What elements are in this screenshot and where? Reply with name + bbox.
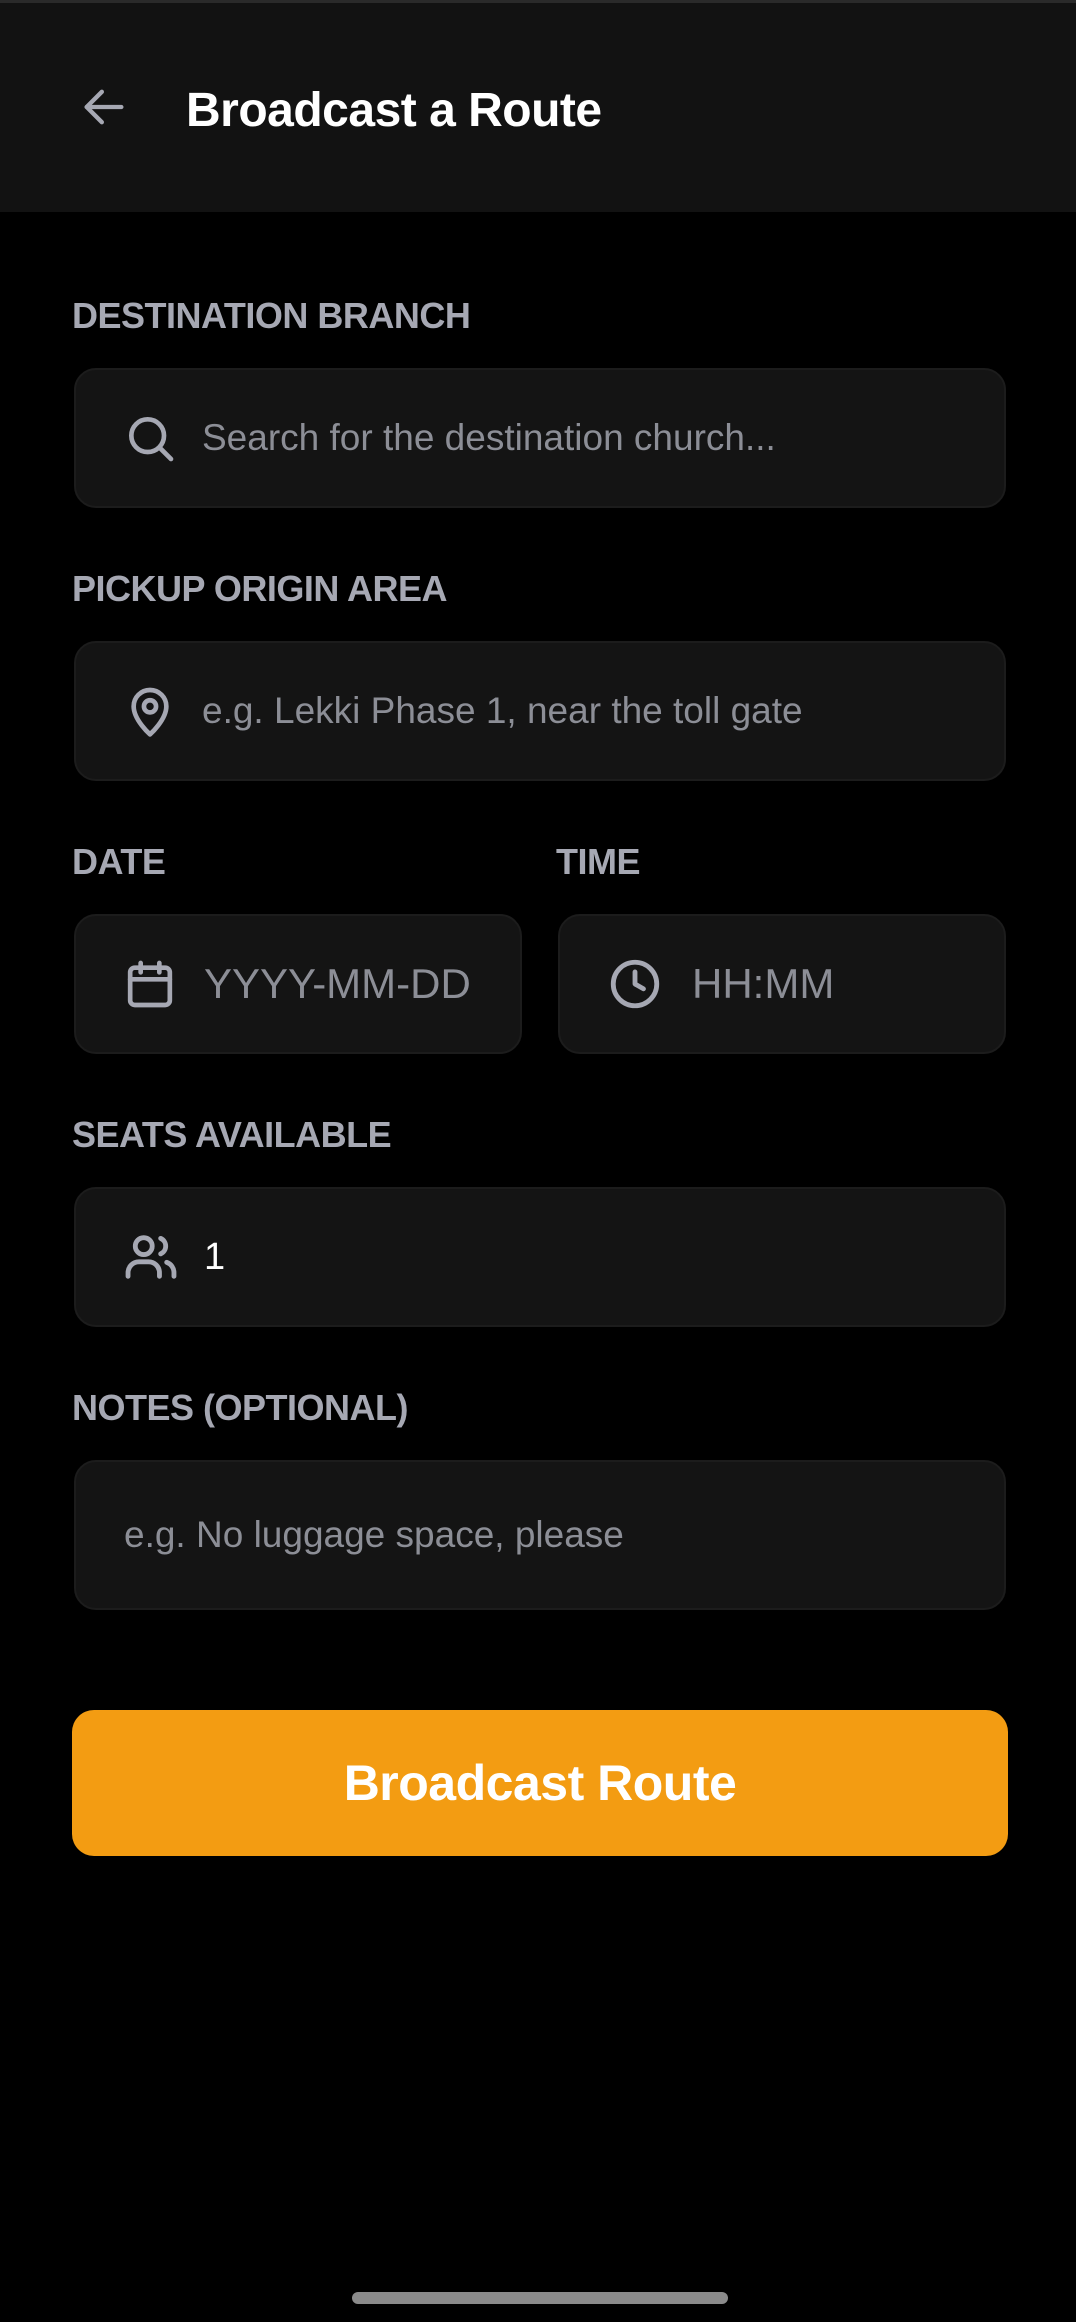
seats-field[interactable]: 1 bbox=[74, 1187, 1006, 1327]
seats-label: SEATS AVAILABLE bbox=[72, 1114, 392, 1155]
broadcast-route-button[interactable]: Broadcast Route bbox=[72, 1710, 1008, 1856]
back-button[interactable] bbox=[72, 75, 136, 139]
users-icon bbox=[125, 1235, 177, 1279]
map-pin-icon bbox=[131, 687, 169, 737]
pickup-label: PICKUP ORIGIN AREA bbox=[72, 568, 448, 609]
time-label: TIME bbox=[556, 841, 641, 882]
date-label: DATE bbox=[72, 841, 166, 882]
calendar-icon bbox=[127, 960, 173, 1008]
home-indicator[interactable] bbox=[352, 2292, 728, 2304]
pickup-input[interactable] bbox=[202, 690, 1004, 732]
destination-label: DESTINATION BRANCH bbox=[72, 295, 471, 336]
seats-value[interactable]: 1 bbox=[204, 1236, 1004, 1279]
notes-field[interactable] bbox=[74, 1460, 1006, 1610]
arrow-left-icon bbox=[84, 89, 124, 125]
destination-search-input[interactable] bbox=[202, 417, 1004, 459]
notes-label: NOTES (OPTIONAL) bbox=[72, 1387, 409, 1428]
time-input[interactable] bbox=[692, 960, 1004, 1008]
page-title: Broadcast a Route bbox=[186, 84, 602, 137]
pickup-field[interactable] bbox=[74, 641, 1006, 781]
date-field[interactable] bbox=[74, 914, 522, 1054]
notes-input[interactable] bbox=[124, 1514, 1004, 1556]
destination-field[interactable] bbox=[74, 368, 1006, 508]
search-icon bbox=[129, 417, 174, 462]
broadcast-route-screen: Broadcast a Route DESTINATION BRANCH PIC… bbox=[0, 0, 1076, 2322]
date-input[interactable] bbox=[204, 960, 520, 1008]
time-field[interactable] bbox=[558, 914, 1006, 1054]
clock-icon bbox=[610, 959, 660, 1009]
app-bar: Broadcast a Route bbox=[0, 0, 1076, 212]
